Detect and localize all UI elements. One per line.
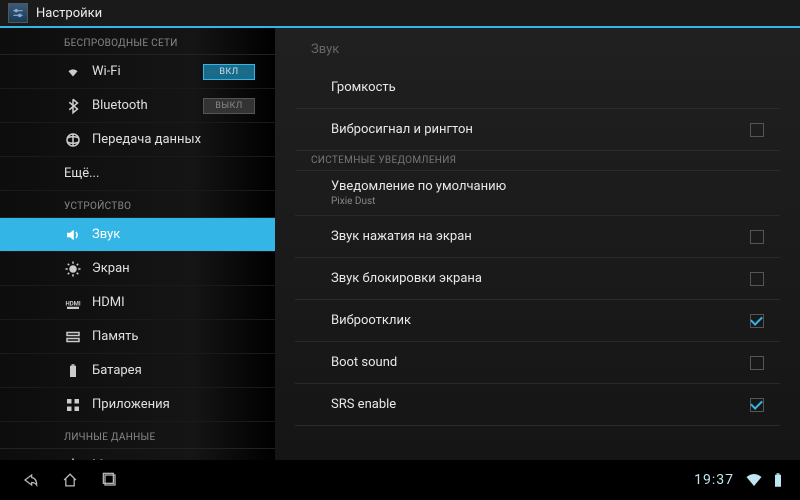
detail-group-header: СИСТЕМНЫЕ УВЕДОМЛЕНИЯ — [295, 151, 780, 171]
setting-row[interactable]: Звук блокировки экрана — [295, 258, 780, 300]
setting-row[interactable]: Виброотклик — [295, 300, 780, 342]
sidebar-item-wi-fi[interactable]: Wi-Fi ВКЛ — [0, 55, 275, 89]
setting-title: Вибросигнал и рингтон — [331, 122, 750, 137]
display-icon — [64, 260, 82, 278]
setting-row[interactable]: Уведомление по умолчанию Pixie Dust — [295, 171, 780, 216]
toggle-switch[interactable]: ВЫКЛ — [203, 98, 255, 114]
sidebar-item-звук[interactable]: Звук — [0, 218, 275, 252]
bluetooth-icon — [64, 97, 82, 115]
data-icon — [64, 131, 82, 149]
sidebar-item-label: Bluetooth — [92, 98, 148, 113]
setting-title: Громкость — [331, 80, 764, 95]
hdmi-icon: HDMI — [64, 294, 82, 312]
sidebar-item-bluetooth[interactable]: Bluetooth ВЫКЛ — [0, 89, 275, 123]
recent-apps-button[interactable] — [90, 460, 130, 500]
title-bar: Настройки — [0, 0, 800, 28]
sidebar-item-label: Звук — [92, 227, 120, 242]
back-button[interactable] — [10, 460, 50, 500]
battery-status-icon — [769, 471, 787, 489]
sound-icon — [64, 226, 82, 244]
sidebar-item-label: Приложения — [92, 397, 170, 412]
checkbox[interactable] — [750, 272, 764, 286]
checkbox[interactable] — [750, 398, 764, 412]
sidebar-item-label: Передача данных — [92, 132, 201, 147]
setting-row[interactable]: Звук нажатия на экран — [295, 216, 780, 258]
wifi-icon — [64, 63, 82, 81]
sidebar-item-label: Экран — [92, 261, 130, 276]
home-button[interactable] — [50, 460, 90, 500]
sidebar-item-передача-данных[interactable]: Передача данных — [0, 123, 275, 157]
sidebar-item-экран[interactable]: Экран — [0, 252, 275, 286]
battery-icon — [64, 362, 82, 380]
setting-row[interactable]: Громкость — [295, 67, 780, 109]
apps-icon — [64, 396, 82, 414]
sidebar[interactable]: БЕСПРОВОДНЫЕ СЕТИ Wi-Fi ВКЛ Bluetooth ВЫКЛ Пе… — [0, 28, 275, 460]
detail-title: Звук — [295, 28, 780, 67]
nav-bar: 19:37 — [0, 460, 800, 500]
wifi-status-icon — [745, 471, 763, 489]
setting-title: Звук блокировки экрана — [331, 271, 750, 286]
sidebar-item-мое-местоположение[interactable]: Мое местоположение — [0, 449, 275, 460]
sidebar-item-label: Батарея — [92, 363, 142, 378]
detail-panel[interactable]: Звук Громкость Вибросигнал и рингтон СИСТЕМ… — [275, 28, 800, 460]
main-content: БЕСПРОВОДНЫЕ СЕТИ Wi-Fi ВКЛ Bluetooth ВЫКЛ Пе… — [0, 28, 800, 460]
setting-row[interactable]: SRS enable — [295, 384, 780, 426]
status-clock: 19:37 — [694, 472, 734, 488]
checkbox[interactable] — [750, 314, 764, 328]
sidebar-item-label: Wi-Fi — [92, 64, 121, 79]
setting-row[interactable]: Вибросигнал и рингтон — [295, 109, 780, 151]
sidebar-section-header: УСТРОЙСТВО — [0, 191, 275, 218]
checkbox[interactable] — [750, 230, 764, 244]
setting-title: SRS enable — [331, 397, 750, 412]
sidebar-section-header: БЕСПРОВОДНЫЕ СЕТИ — [0, 28, 275, 55]
sidebar-item-label: Ещё... — [64, 166, 99, 181]
checkbox[interactable] — [750, 123, 764, 137]
toggle-switch[interactable]: ВКЛ — [203, 64, 255, 80]
checkbox[interactable] — [750, 356, 764, 370]
sidebar-item-hdmi[interactable]: HDMI HDMI — [0, 286, 275, 320]
settings-app-icon — [8, 3, 28, 23]
svg-text:HDMI: HDMI — [66, 300, 81, 307]
setting-row[interactable]: Boot sound — [295, 342, 780, 384]
sidebar-item-ещ-[interactable]: Ещё... — [0, 157, 275, 191]
sidebar-item-label: Память — [92, 329, 138, 344]
sidebar-section-header: ЛИЧНЫЕ ДАННЫЕ — [0, 422, 275, 449]
sidebar-item-память[interactable]: Память — [0, 320, 275, 354]
setting-title: Виброотклик — [331, 313, 750, 328]
setting-title: Уведомление по умолчанию — [331, 179, 764, 194]
sidebar-item-label: HDMI — [92, 295, 125, 310]
setting-title: Boot sound — [331, 355, 750, 370]
sidebar-item-приложения[interactable]: Приложения — [0, 388, 275, 422]
page-title: Настройки — [36, 6, 102, 21]
setting-subtitle: Pixie Dust — [331, 196, 764, 207]
setting-title: Звук нажатия на экран — [331, 229, 750, 244]
storage-icon — [64, 328, 82, 346]
sidebar-item-батарея[interactable]: Батарея — [0, 354, 275, 388]
